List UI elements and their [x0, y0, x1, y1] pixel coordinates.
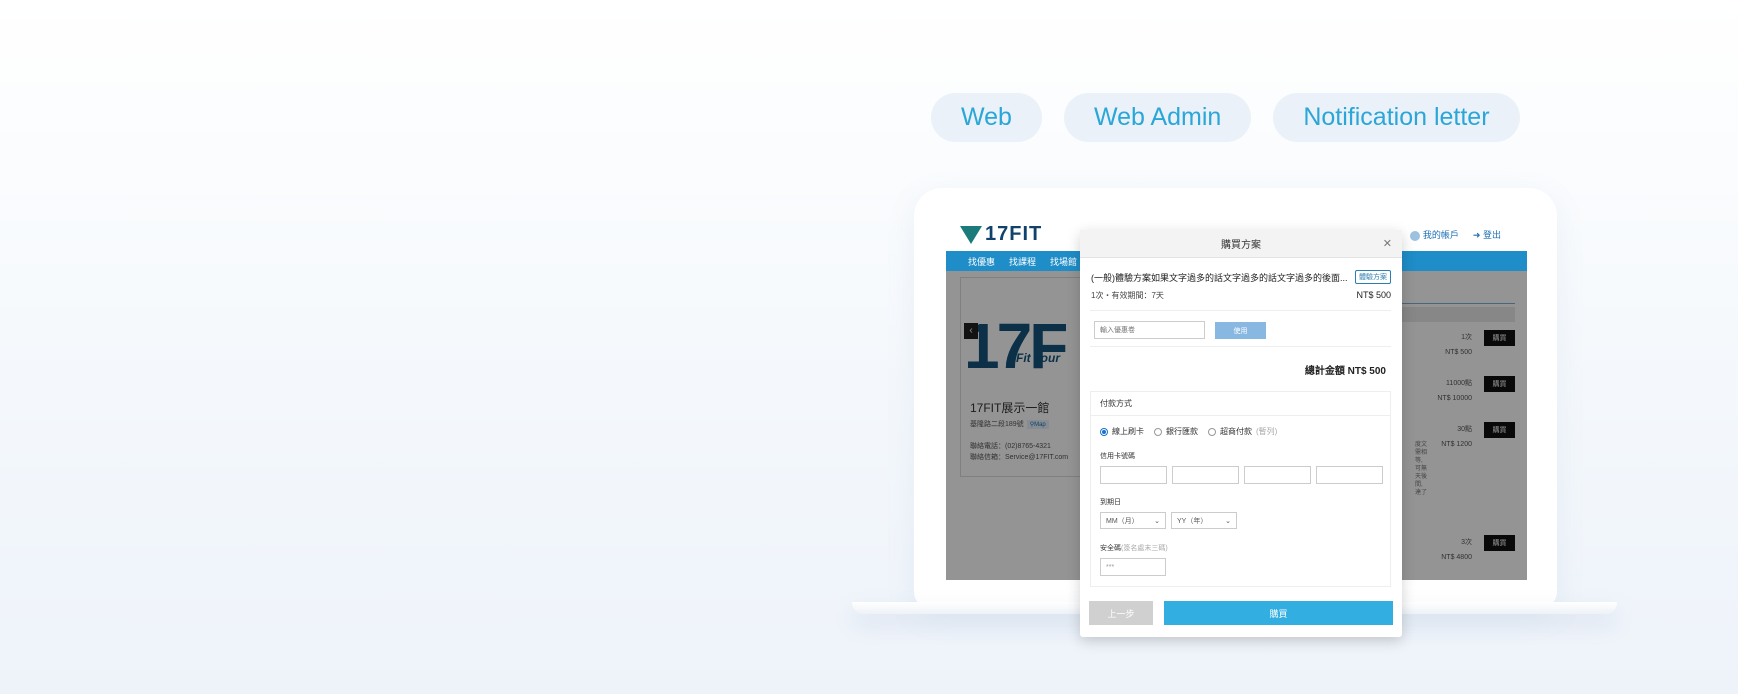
logo-text: 17FIT: [985, 223, 1043, 245]
chip-web[interactable]: Web: [931, 93, 1042, 142]
product-price: NT$ 500: [1356, 290, 1391, 300]
expiry-month-select[interactable]: MM（月） ⌄: [1100, 512, 1166, 529]
payment-title: 付款方式: [1091, 392, 1390, 416]
site-logo[interactable]: 17FIT: [960, 223, 1042, 246]
cvv-hint: (簽名處末三碼): [1121, 545, 1168, 552]
product-name: (一般)體驗方案如果文字過多的話文字過多的話文字過多的後面...: [1091, 272, 1348, 283]
card-number-input-2[interactable]: [1172, 466, 1239, 484]
validity-row: 1次・有效期間：7天 NT$ 500: [1091, 290, 1391, 301]
product-validity: 1次・有效期間：7天: [1091, 291, 1164, 300]
coupon-input[interactable]: [1094, 321, 1205, 339]
nav-item-venues[interactable]: 找場館: [1050, 255, 1077, 268]
payment-option-label: 線上刷卡: [1112, 427, 1144, 436]
logout-icon: ➜: [1472, 230, 1481, 240]
logout-label: 登出: [1482, 230, 1501, 240]
platform-chips: Web Web Admin Notification letter: [931, 93, 1520, 142]
chip-notification-letter[interactable]: Notification letter: [1273, 93, 1520, 142]
header-actions: 我的帳戶 ➜ 登出: [1409, 228, 1501, 241]
card-number-input-3[interactable]: [1244, 466, 1311, 484]
payment-option-label: 銀行匯款: [1166, 427, 1198, 436]
chevron-down-icon: ⌄: [1225, 517, 1231, 525]
chevron-down-icon: ⌄: [1154, 517, 1160, 525]
card-number-input-1[interactable]: [1100, 466, 1167, 484]
payment-option-note: (暫列): [1256, 427, 1278, 436]
expiry-label: 到期日: [1100, 499, 1121, 506]
nav-item-courses[interactable]: 找課程: [1009, 255, 1036, 268]
modal-header: 購買方案 ✕: [1080, 230, 1402, 258]
expiry-month-value: MM（月）: [1106, 517, 1139, 525]
chip-web-admin[interactable]: Web Admin: [1063, 93, 1252, 142]
coupon-section: 使用: [1090, 310, 1391, 347]
payment-option-credit-card[interactable]: 線上刷卡: [1100, 426, 1144, 437]
payment-option-label: 超商付款: [1220, 427, 1252, 436]
card-number-label: 信用卡號碼: [1100, 453, 1135, 460]
payment-option-convenience-store[interactable]: 超商付款 (暫列): [1208, 426, 1277, 437]
expiry-year-select[interactable]: YY（年） ⌄: [1171, 512, 1237, 529]
account-label: 我的帳戶: [1422, 230, 1459, 240]
payment-options: 線上刷卡 銀行匯款 超商付款 (暫列): [1100, 426, 1277, 437]
payment-option-bank-transfer[interactable]: 銀行匯款: [1154, 426, 1198, 437]
radio-icon: [1208, 427, 1216, 436]
product-tag: 體驗方案: [1355, 270, 1391, 284]
cvv-input[interactable]: ***: [1100, 558, 1166, 576]
purchase-button[interactable]: 購買: [1164, 601, 1393, 625]
cvv-label-text: 安全碼: [1100, 545, 1121, 552]
radio-selected-icon: [1100, 427, 1108, 436]
logo-mark-icon: [960, 225, 982, 244]
total-amount: 總計金額 NT$ 500: [1304, 366, 1386, 377]
nav-item-deals[interactable]: 找優惠: [968, 255, 995, 268]
payment-section: 付款方式 線上刷卡 銀行匯款 超商付款 (暫列) 信用卡號碼 到期日 MM（月） …: [1090, 391, 1391, 587]
cvv-label: 安全碼(簽名處末三碼): [1100, 543, 1168, 553]
expiry-year-value: YY（年）: [1177, 517, 1208, 525]
account-avatar-icon: [1409, 230, 1420, 241]
logout-link[interactable]: ➜ 登出: [1473, 228, 1501, 241]
modal-title: 購買方案: [1221, 240, 1261, 251]
purchase-modal: 購買方案 ✕ (一般)體驗方案如果文字過多的話文字過多的話文字過多的後面... …: [1080, 230, 1402, 637]
card-number-input-4[interactable]: [1316, 466, 1383, 484]
apply-coupon-button[interactable]: 使用: [1215, 322, 1266, 339]
close-icon[interactable]: ✕: [1383, 237, 1392, 250]
product-row: (一般)體驗方案如果文字過多的話文字過多的話文字過多的後面... 體驗方案: [1091, 270, 1391, 284]
account-link[interactable]: 我的帳戶: [1409, 228, 1459, 241]
previous-step-button[interactable]: 上一步: [1089, 601, 1153, 625]
radio-icon: [1154, 427, 1162, 436]
